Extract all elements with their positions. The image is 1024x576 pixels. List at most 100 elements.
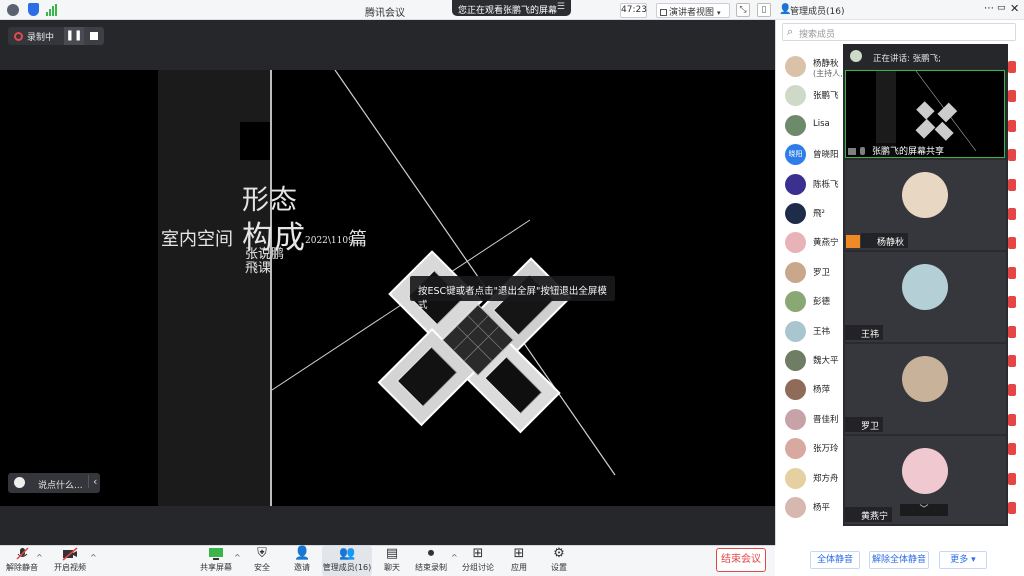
tile-name: 王祎 xyxy=(845,325,884,340)
member-row[interactable]: 黄燕宁 xyxy=(785,232,845,258)
menu-icon[interactable]: ☰ xyxy=(557,2,565,12)
mic-muted-icon[interactable] xyxy=(1008,61,1016,73)
mic-muted-icon[interactable] xyxy=(1008,443,1016,456)
member-row[interactable]: 张万玲 xyxy=(785,438,845,464)
member-row[interactable]: 杨静秋 (主持人, xyxy=(785,56,845,82)
settings-button[interactable]: ⚙ 设置 xyxy=(537,546,581,576)
unmute-label: 解除静音 xyxy=(6,563,38,572)
avatar xyxy=(902,356,948,402)
mic-muted-icon[interactable] xyxy=(1008,472,1016,485)
mic-muted-icon[interactable] xyxy=(1008,413,1016,426)
shield-icon[interactable] xyxy=(28,3,39,16)
member-row[interactable]: 王祎 xyxy=(785,320,845,347)
end-recording-button[interactable]: ⏺ 结束录制 xyxy=(409,546,453,576)
close-icon[interactable]: ✕ xyxy=(1010,2,1019,15)
member-row[interactable]: 张鹏飞 xyxy=(785,85,845,111)
popout-icon[interactable]: ▭ xyxy=(997,3,1006,13)
users-icon: 👥 xyxy=(339,546,356,561)
more-button[interactable]: 更多 ▾ xyxy=(939,551,987,569)
start-video-button[interactable]: 开启视频 xyxy=(48,546,92,576)
member-row[interactable]: 晓阳 曾晓阳 xyxy=(785,144,845,170)
member-name: 曾晓阳 xyxy=(813,150,839,161)
share-screen-button[interactable]: 共享屏幕 xyxy=(194,546,238,576)
avatar xyxy=(902,448,948,494)
pause-recording-button[interactable]: ❚❚ xyxy=(64,27,84,45)
chevron-down-icon: ▾ xyxy=(717,9,721,17)
signal-icon[interactable] xyxy=(46,4,58,16)
mic-muted-icon[interactable] xyxy=(1008,384,1016,397)
view-mode-label: 演讲者视图 xyxy=(669,8,715,18)
manage-members-label: 管理成员(16) xyxy=(322,563,372,572)
avatar xyxy=(785,232,806,254)
video-tile-1[interactable]: 杨静秋 xyxy=(845,160,1006,250)
chat-placeholder: 说点什么... xyxy=(38,481,83,491)
share-tile[interactable]: 张鹏飞的屏幕共享 xyxy=(845,70,1005,158)
watching-banner[interactable]: 您正在观看张鹏飞的屏幕 ☰ xyxy=(452,0,571,16)
member-row[interactable]: 郑方舟 xyxy=(785,467,845,494)
fullscreen-exit-icon[interactable]: ⤡ xyxy=(736,3,750,17)
mic-muted-icon[interactable] xyxy=(1008,325,1016,338)
slide-suffix: 篇 xyxy=(349,229,367,250)
member-row[interactable]: 魏大平 xyxy=(785,350,845,376)
tile-name: 黄燕宁 xyxy=(845,507,893,522)
view-mode-dropdown[interactable]: 演讲者视图 ▾ xyxy=(656,3,730,18)
apps-button[interactable]: ⊞ 应用 xyxy=(497,546,541,576)
mic-muted-icon[interactable] xyxy=(1008,296,1016,309)
member-row[interactable]: 飛² xyxy=(785,203,845,229)
avatar xyxy=(785,173,806,195)
speaking-label: 正在讲话: 张鹏飞; xyxy=(873,54,941,64)
breakout-button[interactable]: ⊞ 分组讨论 xyxy=(456,546,500,576)
info-icon[interactable] xyxy=(7,4,19,16)
record-dot-icon xyxy=(14,32,23,41)
breakout-icon: ⊞ xyxy=(472,546,484,561)
mic-muted-icon[interactable] xyxy=(1008,178,1016,191)
mute-all-button[interactable]: 全体静音 xyxy=(810,551,860,569)
member-row[interactable]: Lisa xyxy=(785,114,845,141)
member-search-input[interactable]: 搜索成员 xyxy=(782,23,1016,41)
more-icon[interactable]: ⋯ xyxy=(984,3,994,14)
member-row[interactable]: 陈栎飞 xyxy=(785,173,845,200)
chevron-left-icon[interactable]: ‹ xyxy=(88,475,97,488)
member-row[interactable]: 晋佳利 xyxy=(785,408,845,435)
scroll-down-button[interactable]: ﹀ xyxy=(900,504,948,516)
chat-icon: ▤ xyxy=(385,546,399,561)
mic-muted-icon[interactable] xyxy=(1008,502,1016,514)
invite-button[interactable]: 👤 邀请 xyxy=(280,546,324,576)
emoji-icon[interactable] xyxy=(14,477,25,488)
video-tile-2[interactable]: 王祎 xyxy=(845,252,1006,342)
unmute-all-button[interactable]: 解除全体静音 xyxy=(869,551,929,569)
mic-muted-icon[interactable] xyxy=(1008,266,1016,279)
stop-recording-button[interactable] xyxy=(84,27,104,45)
chevron-up-icon[interactable]: ^ xyxy=(90,553,97,562)
settings-label: 设置 xyxy=(551,563,567,572)
shield-icon: ⛨ xyxy=(257,546,267,561)
member-row[interactable]: 杨平 xyxy=(785,497,845,523)
member-row[interactable]: 罗卫 xyxy=(785,261,845,288)
member-name: 张鹏飞 xyxy=(813,91,839,102)
mic-muted-icon[interactable] xyxy=(1008,237,1016,250)
mic-muted-icon[interactable] xyxy=(1008,119,1016,132)
mic-muted-icon xyxy=(14,547,30,561)
host-badge-icon xyxy=(846,235,860,248)
end-meeting-button[interactable]: 结束会议 xyxy=(716,548,766,572)
chevron-up-icon[interactable]: ^ xyxy=(36,553,43,562)
member-name: 飛² xyxy=(813,209,825,219)
mic-muted-icon[interactable] xyxy=(1008,355,1016,367)
member-name: 彭德 xyxy=(813,297,831,308)
manage-members-button[interactable]: 👥 管理成员(16) xyxy=(322,546,372,576)
share-screen-icon xyxy=(208,547,224,561)
avatar xyxy=(785,85,806,107)
member-row[interactable]: 彭德 xyxy=(785,291,845,317)
speaking-bar: 正在讲话: 张鹏飞; xyxy=(843,44,1008,69)
security-button[interactable]: ⛨ 安全 xyxy=(240,546,284,576)
avatar xyxy=(785,438,806,460)
chat-button[interactable]: ▤ 聊天 xyxy=(370,546,414,576)
member-row[interactable]: 杨萍 xyxy=(785,379,845,405)
slide-prefix: 室内空间 xyxy=(161,229,233,250)
chat-input-pill[interactable]: 说点什么... ‹ xyxy=(8,473,100,493)
video-tile-3[interactable]: 罗卫 xyxy=(845,344,1006,434)
mic-muted-icon[interactable] xyxy=(1008,208,1016,220)
mic-muted-icon[interactable] xyxy=(1008,90,1016,103)
mic-muted-icon[interactable] xyxy=(1008,149,1016,162)
sidebar-toggle-icon[interactable]: ▯ xyxy=(757,3,771,17)
